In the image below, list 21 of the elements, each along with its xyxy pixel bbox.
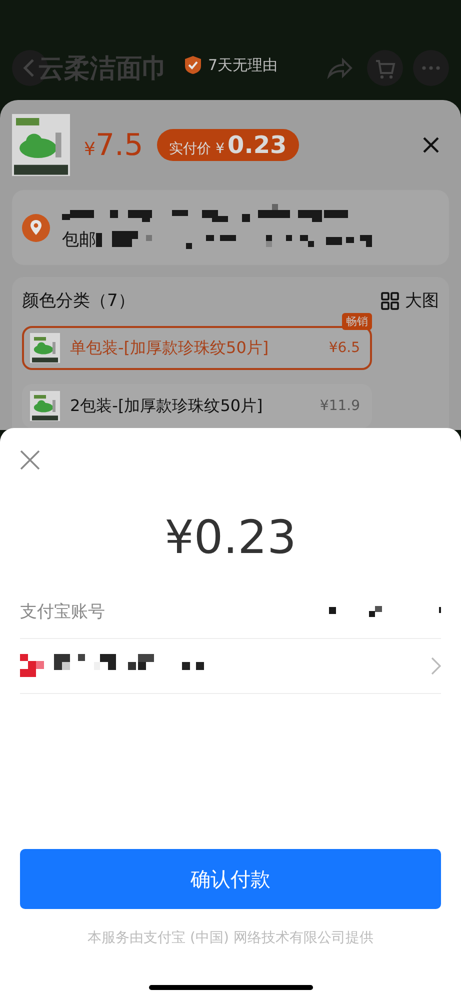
chevron-right-icon bbox=[431, 657, 441, 675]
cart-icon[interactable] bbox=[367, 50, 403, 86]
grid-icon bbox=[381, 292, 399, 310]
option-item[interactable]: 2包装-[加厚款珍珠纹50片] ¥11.9 bbox=[22, 384, 372, 428]
more-icon[interactable] bbox=[413, 50, 449, 86]
large-image-toggle[interactable]: 大图 bbox=[381, 289, 439, 312]
service-note: 本服务由支付宝 (中国) 网络技术有限公司提供 bbox=[86, 929, 374, 947]
address-card[interactable]: 包邮 bbox=[12, 190, 449, 265]
payment-amount: ¥0.23 bbox=[164, 510, 298, 564]
final-price-badge: 实付价 ¥0.23 bbox=[157, 129, 299, 161]
shield-icon bbox=[184, 55, 202, 75]
price-label: ¥7.5 bbox=[84, 128, 144, 162]
close-icon[interactable] bbox=[20, 450, 40, 470]
confirm-payment-button[interactable]: 确认付款 bbox=[20, 849, 441, 909]
close-icon[interactable] bbox=[423, 137, 439, 153]
section-title: 颜色分类（7） bbox=[22, 290, 135, 312]
tag-label: 畅销 bbox=[342, 313, 372, 330]
account-label: 支付宝账号 bbox=[20, 600, 105, 622]
badge-label: 7天无理由 bbox=[208, 56, 278, 74]
shipping-label: 包邮 bbox=[62, 229, 96, 251]
location-icon bbox=[22, 214, 50, 242]
